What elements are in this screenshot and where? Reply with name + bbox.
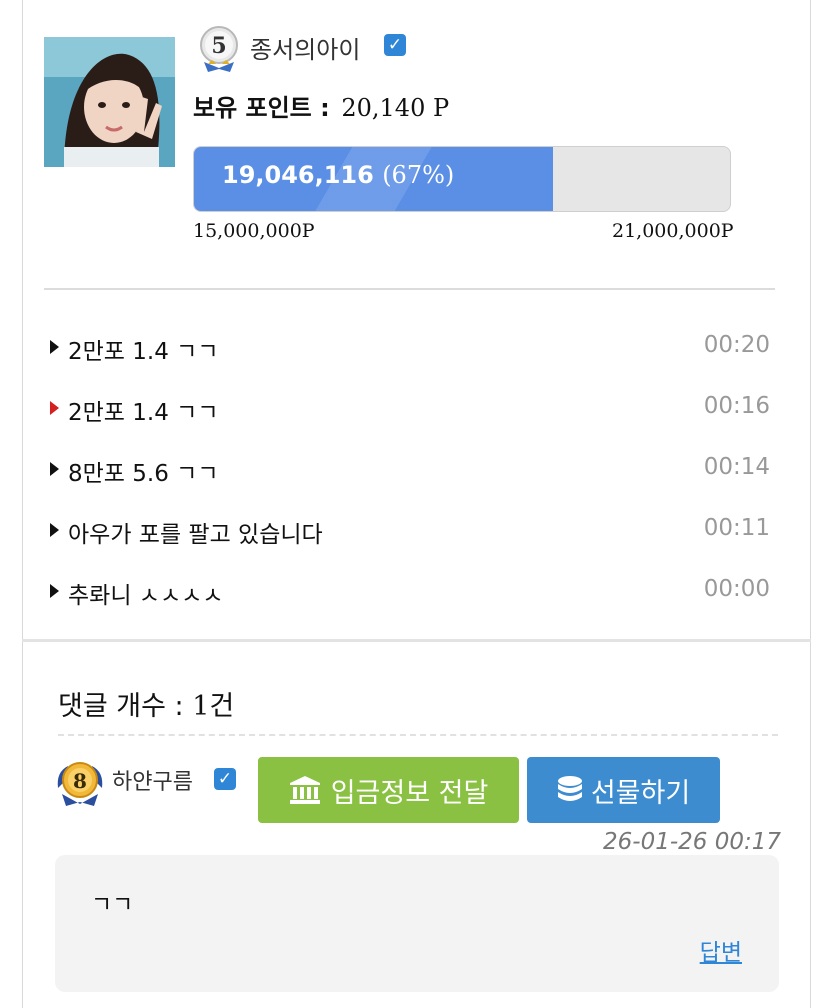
feed-item-time: 00:11: [703, 515, 770, 541]
triangle-right-icon: [50, 584, 59, 598]
comment-date: 26-01-26 00:17: [603, 829, 781, 855]
triangle-right-icon: [50, 462, 59, 476]
level-number: 5: [211, 33, 226, 59]
comment-count-label: 댓글 개수 :: [58, 691, 184, 722]
section-divider: [22, 639, 811, 642]
comment-count: 댓글 개수 : 1건: [58, 684, 234, 723]
feed-item-text: 8만포 5.6 ㄱㄱ: [68, 461, 219, 487]
reply-link[interactable]: 답변: [700, 933, 742, 967]
feed-item-text: 아우가 포를 팔고 있습니다: [68, 522, 323, 548]
gift-button[interactable]: 선물하기: [527, 757, 720, 823]
frame-border-right: [810, 0, 811, 1008]
progress-max: 21,000,000P: [612, 220, 734, 242]
gift-label: 선물하기: [590, 777, 691, 809]
avatar-image: [44, 37, 175, 167]
check-icon: ✓: [214, 768, 236, 790]
commenter-level-number: 8: [73, 769, 87, 793]
check-icon: ✓: [384, 34, 406, 56]
commenter-username[interactable]: 하얀구름: [112, 764, 193, 796]
comment-body: ㄱㄱ 답변: [55, 855, 779, 992]
coins-icon: [557, 776, 582, 801]
feed-item-time: 00:14: [703, 454, 770, 480]
points-progress-bar: 19,046,116 (67%): [193, 146, 731, 212]
feed-item[interactable]: 2만포 1.4 ㄱㄱ 00:20: [48, 326, 770, 387]
section-divider: [44, 288, 775, 290]
points-value: 20,140 P: [341, 94, 450, 122]
points-row: 보유 포인트 : 20,140 P: [193, 88, 449, 123]
feed-item-time: 00:00: [703, 576, 770, 602]
feed-item-time: 00:16: [703, 393, 770, 419]
activity-feed: 2만포 1.4 ㄱㄱ 00:20 2만포 1.4 ㄱㄱ 00:16 8만포 5.6 ㄱㄱ…: [48, 326, 770, 631]
deposit-info-label: 입금정보 전달: [330, 777, 489, 809]
frame-border-left: [22, 0, 23, 1008]
triangle-right-icon: [50, 340, 59, 354]
profile-avatar[interactable]: [44, 37, 175, 167]
bank-icon: [289, 776, 320, 804]
feed-item-text: 추롸니 ㅅㅅㅅㅅ: [68, 583, 224, 609]
progress-percent: (67%): [382, 161, 455, 189]
feed-item[interactable]: 아우가 포를 팔고 있습니다 00:11: [48, 509, 770, 570]
comment-text: ㄱㄱ: [91, 892, 134, 918]
feed-item-text: 2만포 1.4 ㄱㄱ: [68, 339, 219, 365]
progress-current: 19,046,116: [222, 161, 374, 189]
points-label: 보유 포인트 :: [193, 94, 330, 122]
feed-item[interactable]: 2만포 1.4 ㄱㄱ 00:16: [48, 387, 770, 448]
dashed-divider: [58, 734, 778, 736]
feed-item[interactable]: 추롸니 ㅅㅅㅅㅅ 00:00: [48, 570, 770, 631]
profile-username[interactable]: 종서의아이: [250, 30, 360, 65]
feed-item-time: 00:20: [703, 332, 770, 358]
progress-label: 19,046,116 (67%): [222, 161, 454, 189]
feed-item-text: 2만포 1.4 ㄱㄱ: [68, 400, 219, 426]
commenter-level-badge: 8: [54, 758, 106, 808]
deposit-info-button[interactable]: 입금정보 전달: [258, 757, 519, 823]
progress-min: 15,000,000P: [193, 220, 315, 242]
triangle-right-icon: [50, 523, 59, 537]
comment-count-value: 1건: [192, 691, 235, 722]
triangle-right-icon: [50, 401, 59, 415]
level-badge: 5: [198, 24, 240, 74]
feed-item[interactable]: 8만포 5.6 ㄱㄱ 00:14: [48, 448, 770, 509]
